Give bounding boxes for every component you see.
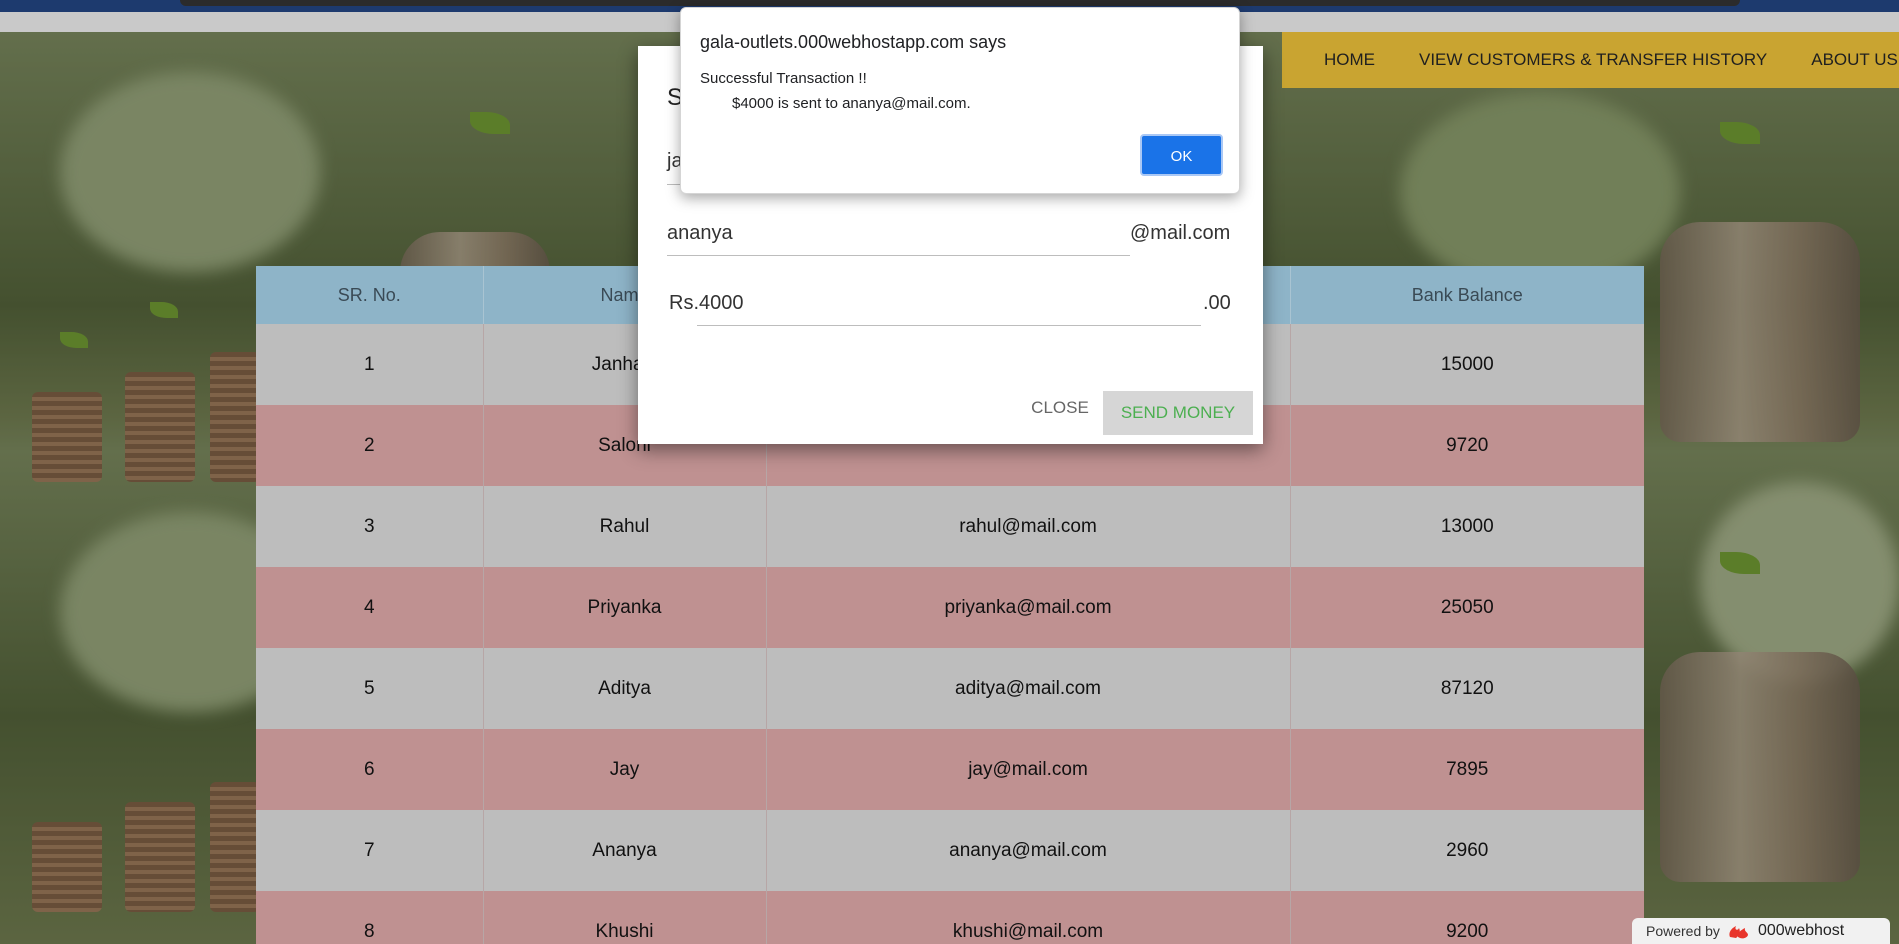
amount-suffix: .00: [1203, 292, 1231, 314]
cell-name: Ananya: [483, 810, 767, 891]
cell-name: Rahul: [483, 486, 767, 567]
cell-email: priyanka@mail.com: [766, 567, 1291, 648]
cell-name: Jay: [483, 729, 767, 810]
cell-sr: 5: [256, 648, 484, 729]
table-row: 3 Rahul rahul@mail.com 13000: [256, 486, 1644, 567]
cell-sr: 6: [256, 729, 484, 810]
cell-email: aditya@mail.com: [766, 648, 1291, 729]
cell-balance: 7895: [1290, 729, 1644, 810]
alert-ok-button[interactable]: OK: [1140, 134, 1223, 176]
cell-name: Priyanka: [483, 567, 767, 648]
header-sr-no: SR. No.: [256, 266, 484, 324]
nav-about-us[interactable]: ABOUT US: [1789, 50, 1899, 70]
cell-balance: 9720: [1290, 405, 1644, 486]
cell-sr: 2: [256, 405, 484, 486]
nav-home[interactable]: HOME: [1282, 50, 1397, 70]
cell-balance: 15000: [1290, 324, 1644, 405]
browser-address-edge: [180, 0, 1740, 6]
cell-name: Khushi: [483, 891, 767, 944]
table-row: 5 Aditya aditya@mail.com 87120: [256, 648, 1644, 729]
brand-name: 000webhost: [1757, 922, 1845, 939]
cell-email: khushi@mail.com: [766, 891, 1291, 944]
recipient-field-underline: [667, 255, 1130, 256]
alert-message-line2: $4000 is sent to ananya@mail.com.: [732, 95, 971, 112]
alert-message-line1: Successful Transaction !!: [700, 70, 867, 87]
flame-logo-icon: [1729, 926, 1748, 939]
cell-email: rahul@mail.com: [766, 486, 1291, 567]
nav-view-customers[interactable]: VIEW CUSTOMERS & TRANSFER HISTORY: [1397, 50, 1789, 70]
cell-name: Aditya: [483, 648, 767, 729]
cell-email: jay@mail.com: [766, 729, 1291, 810]
cell-balance: 13000: [1290, 486, 1644, 567]
table-row: 8 Khushi khushi@mail.com 9200: [256, 891, 1644, 944]
header-bank-balance: Bank Balance: [1290, 266, 1644, 324]
recipient-field[interactable]: ananya: [667, 222, 1047, 245]
cell-sr: 8: [256, 891, 484, 944]
table-row: 6 Jay jay@mail.com 7895: [256, 729, 1644, 810]
alert-title: gala-outlets.000webhostapp.com says: [700, 32, 1007, 52]
cell-sr: 1: [256, 324, 484, 405]
cell-email: ananya@mail.com: [766, 810, 1291, 891]
amount-field-underline: [697, 325, 1201, 326]
send-money-button[interactable]: SEND MONEY: [1103, 391, 1253, 435]
cell-balance: 2960: [1290, 810, 1644, 891]
cell-sr: 4: [256, 567, 484, 648]
email-suffix: @mail.com: [1130, 222, 1231, 244]
cell-balance: 25050: [1290, 567, 1644, 648]
cell-balance: 9200: [1290, 891, 1644, 944]
powered-by-text: Powered by: [1646, 923, 1720, 939]
browser-alert-dialog: gala-outlets.000webhostapp.com says Succ…: [680, 7, 1240, 194]
close-button[interactable]: CLOSE: [1024, 390, 1096, 426]
cell-sr: 3: [256, 486, 484, 567]
cell-balance: 87120: [1290, 648, 1644, 729]
table-row: 7 Ananya ananya@mail.com 2960: [256, 810, 1644, 891]
top-navbar: HOME VIEW CUSTOMERS & TRANSFER HISTORY A…: [1282, 32, 1899, 88]
powered-by-badge[interactable]: Powered by 000webhost: [1632, 918, 1890, 944]
amount-field[interactable]: Rs.4000: [669, 292, 1089, 315]
table-row: 4 Priyanka priyanka@mail.com 25050: [256, 567, 1644, 648]
cell-sr: 7: [256, 810, 484, 891]
